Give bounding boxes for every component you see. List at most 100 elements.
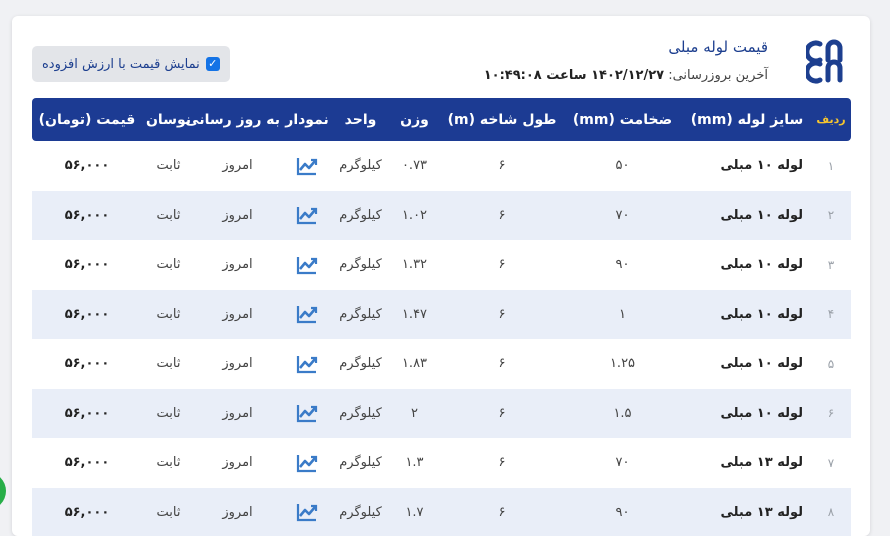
table-row: ۱لوله ۱۰ مبلی۵۰۶۰.۷۳کیلوگرمامروزثابت۵۶,۰… <box>32 141 851 191</box>
cell-size: لوله ۱۰ مبلی <box>683 141 811 191</box>
table-header-row: ردیف سایز لوله (mm) ضخامت (mm) طول شاخه … <box>32 98 851 141</box>
cell-weight: ۲ <box>387 389 442 439</box>
table-row: ۳لوله ۱۰ مبلی۹۰۶۱.۳۲کیلوگرمامروزثابت۵۶,۰… <box>32 240 851 290</box>
cell-price: ۵۶,۰۰۰ <box>32 191 142 241</box>
col-size[interactable]: سایز لوله (mm) <box>683 98 811 141</box>
cell-length: ۶ <box>442 438 562 488</box>
table-row: ۲لوله ۱۰ مبلی۷۰۶۱.۰۲کیلوگرمامروزثابت۵۶,۰… <box>32 191 851 241</box>
table-row: ۵لوله ۱۰ مبلی۱.۲۵۶۱.۸۳کیلوگرمامروزثابت۵۶… <box>32 339 851 389</box>
chat-bubble-icon[interactable] <box>0 472 6 510</box>
cell-weight: ۱.۴۷ <box>387 290 442 340</box>
table-row: ۸لوله ۱۳ مبلی۹۰۶۱.۷کیلوگرمامروزثابت۵۶,۰۰… <box>32 488 851 536</box>
trend-chart-icon[interactable] <box>296 354 318 374</box>
cell-change: ثابت <box>142 389 195 439</box>
cell-n: ۳ <box>811 240 851 290</box>
cell-price: ۵۶,۰۰۰ <box>32 240 142 290</box>
cell-chart <box>280 488 334 536</box>
cell-chart <box>280 141 334 191</box>
col-chart[interactable]: نمودار <box>280 98 334 141</box>
cell-size: لوله ۱۳ مبلی <box>683 488 811 536</box>
col-unit[interactable]: واحد <box>334 98 387 141</box>
cell-weight: ۰.۷۳ <box>387 141 442 191</box>
cell-thickness: ۵۰ <box>562 141 683 191</box>
cell-change: ثابت <box>142 488 195 536</box>
trend-chart-icon[interactable] <box>296 304 318 324</box>
cell-unit: کیلوگرم <box>334 191 387 241</box>
table-row: ۶لوله ۱۰ مبلی۱.۵۶۲کیلوگرمامروزثابت۵۶,۰۰۰ <box>32 389 851 439</box>
cell-length: ۶ <box>442 240 562 290</box>
cell-chart <box>280 191 334 241</box>
table-body: ۱لوله ۱۰ مبلی۵۰۶۰.۷۳کیلوگرمامروزثابت۵۶,۰… <box>32 141 851 536</box>
cell-price: ۵۶,۰۰۰ <box>32 438 142 488</box>
cell-size: لوله ۱۰ مبلی <box>683 191 811 241</box>
cell-updated: امروز <box>195 339 280 389</box>
cell-n: ۸ <box>811 488 851 536</box>
cell-change: ثابت <box>142 141 195 191</box>
table-row: ۴لوله ۱۰ مبلی۱۶۱.۴۷کیلوگرمامروزثابت۵۶,۰۰… <box>32 290 851 340</box>
cell-price: ۵۶,۰۰۰ <box>32 339 142 389</box>
cell-weight: ۱.۷ <box>387 488 442 536</box>
last-update-label: آخرین بروزرسانی: <box>668 68 768 83</box>
vat-price-toggle[interactable]: ✓ نمایش قیمت با ارزش افزوده <box>32 46 230 82</box>
cell-unit: کیلوگرم <box>334 339 387 389</box>
cell-n: ۲ <box>811 191 851 241</box>
trend-chart-icon[interactable] <box>296 255 318 275</box>
price-card: قیمت لوله مبلی آخرین بروزرسانی: ۱۴۰۲/۱۲/… <box>12 16 870 536</box>
col-change[interactable]: نوسان <box>142 98 195 141</box>
cell-weight: ۱.۳ <box>387 438 442 488</box>
trend-chart-icon[interactable] <box>296 453 318 473</box>
col-updated[interactable]: به روز رسانی <box>195 98 280 141</box>
vat-checkbox[interactable]: ✓ <box>206 57 220 71</box>
cell-thickness: ۹۰ <box>562 488 683 536</box>
col-row[interactable]: ردیف <box>811 98 851 141</box>
trend-chart-icon[interactable] <box>296 502 318 522</box>
cell-size: لوله ۱۰ مبلی <box>683 389 811 439</box>
cell-updated: امروز <box>195 290 280 340</box>
cell-price: ۵۶,۰۰۰ <box>32 290 142 340</box>
cell-chart <box>280 339 334 389</box>
col-weight[interactable]: وزن <box>387 98 442 141</box>
col-thickness[interactable]: ضخامت (mm) <box>562 98 683 141</box>
cell-unit: کیلوگرم <box>334 240 387 290</box>
trend-chart-icon[interactable] <box>296 156 318 176</box>
cell-thickness: ۱ <box>562 290 683 340</box>
trend-chart-icon[interactable] <box>296 403 318 423</box>
col-length[interactable]: طول شاخه (m) <box>442 98 562 141</box>
cell-weight: ۱.۳۲ <box>387 240 442 290</box>
check-icon: ✓ <box>208 57 217 71</box>
cell-change: ثابت <box>142 290 195 340</box>
cell-updated: امروز <box>195 389 280 439</box>
cell-change: ثابت <box>142 438 195 488</box>
cell-chart <box>280 389 334 439</box>
cell-size: لوله ۱۰ مبلی <box>683 240 811 290</box>
cell-thickness: ۷۰ <box>562 191 683 241</box>
cell-updated: امروز <box>195 488 280 536</box>
page-title: قیمت لوله مبلی <box>668 38 768 56</box>
price-table: ردیف سایز لوله (mm) ضخامت (mm) طول شاخه … <box>32 98 851 536</box>
cell-size: لوله ۱۰ مبلی <box>683 290 811 340</box>
trend-chart-icon[interactable] <box>296 205 318 225</box>
cell-change: ثابت <box>142 191 195 241</box>
cell-unit: کیلوگرم <box>334 389 387 439</box>
cell-unit: کیلوگرم <box>334 438 387 488</box>
table-row: ۷لوله ۱۳ مبلی۷۰۶۱.۳کیلوگرمامروزثابت۵۶,۰۰… <box>32 438 851 488</box>
cell-length: ۶ <box>442 141 562 191</box>
cell-weight: ۱.۰۲ <box>387 191 442 241</box>
cell-thickness: ۱.۵ <box>562 389 683 439</box>
brand-logo-icon[interactable] <box>806 38 850 84</box>
cell-unit: کیلوگرم <box>334 488 387 536</box>
cell-n: ۱ <box>811 141 851 191</box>
cell-length: ۶ <box>442 290 562 340</box>
col-price[interactable]: قیمت (تومان) <box>32 98 142 141</box>
cell-n: ۵ <box>811 339 851 389</box>
vat-toggle-label: نمایش قیمت با ارزش افزوده <box>42 57 200 72</box>
cell-updated: امروز <box>195 438 280 488</box>
last-update-value: ۱۴۰۲/۱۲/۲۷ ساعت ۱۰:۴۹:۰۸ <box>484 68 664 83</box>
cell-updated: امروز <box>195 141 280 191</box>
cell-size: لوله ۱۰ مبلی <box>683 339 811 389</box>
cell-weight: ۱.۸۳ <box>387 339 442 389</box>
cell-price: ۵۶,۰۰۰ <box>32 389 142 439</box>
cell-thickness: ۱.۲۵ <box>562 339 683 389</box>
cell-change: ثابت <box>142 240 195 290</box>
cell-change: ثابت <box>142 339 195 389</box>
